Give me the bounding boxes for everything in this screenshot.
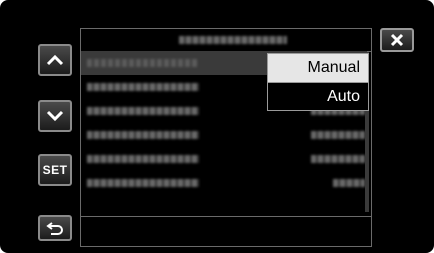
blurred-title-text bbox=[179, 36, 287, 44]
blurred-item-value bbox=[333, 179, 365, 187]
blurred-item-text bbox=[87, 131, 199, 139]
return-arrow-icon bbox=[46, 222, 63, 235]
dropdown-option-manual[interactable]: Manual bbox=[268, 54, 368, 82]
panel-title bbox=[81, 29, 371, 52]
dropdown-option-auto[interactable]: Auto bbox=[268, 83, 368, 111]
blurred-item-text bbox=[87, 107, 199, 115]
mode-dropdown: Manual Auto bbox=[267, 53, 369, 111]
blurred-item-text bbox=[87, 83, 199, 91]
scroll-down-button[interactable] bbox=[38, 100, 72, 132]
set-button-label: SET bbox=[42, 163, 68, 177]
panel-footer bbox=[80, 216, 372, 247]
blurred-item-text bbox=[87, 179, 199, 187]
blurred-item-value bbox=[311, 155, 365, 163]
chevron-up-icon bbox=[46, 54, 64, 66]
scroll-up-button[interactable] bbox=[38, 44, 72, 76]
list-item[interactable] bbox=[81, 147, 367, 171]
list-item[interactable] bbox=[81, 123, 367, 147]
set-button[interactable]: SET bbox=[38, 154, 72, 186]
blurred-item-text bbox=[87, 155, 199, 163]
blurred-item-value bbox=[311, 131, 365, 139]
close-icon bbox=[390, 33, 404, 47]
list-item[interactable] bbox=[81, 171, 367, 195]
blurred-item-text bbox=[87, 59, 199, 67]
close-button[interactable] bbox=[380, 28, 414, 52]
chevron-down-icon bbox=[46, 110, 64, 122]
back-button[interactable] bbox=[38, 215, 72, 241]
camera-screen: SET Manual Auto bbox=[0, 0, 434, 253]
